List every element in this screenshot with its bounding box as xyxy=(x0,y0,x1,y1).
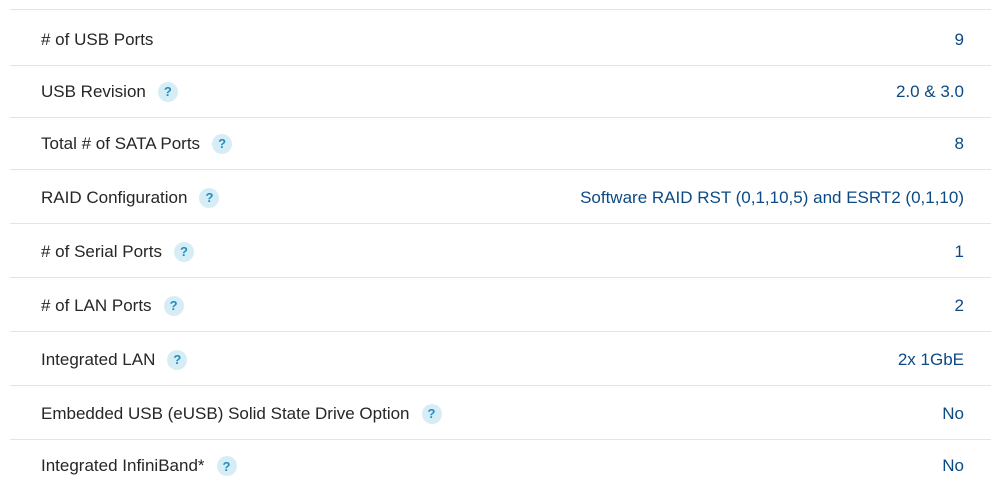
spec-row-serial-ports: # of Serial Ports ? 1 xyxy=(10,226,991,278)
spec-label-wrap: Integrated LAN ? xyxy=(10,349,188,370)
spec-label: Total # of SATA Ports xyxy=(41,133,201,153)
spec-value: 2.0 & 3.0 xyxy=(895,81,964,101)
help-icon[interactable]: ? xyxy=(212,133,233,154)
top-divider xyxy=(10,9,991,10)
spec-value: 1 xyxy=(954,241,964,261)
help-icon[interactable]: ? xyxy=(216,456,237,476)
spec-row-lan-ports: # of LAN Ports ? 2 xyxy=(10,280,991,332)
help-icon[interactable]: ? xyxy=(173,241,194,262)
spec-value: 2 xyxy=(954,295,964,315)
spec-value: No xyxy=(942,456,964,475)
spec-value: 2x 1GbE xyxy=(897,349,964,369)
spec-label-wrap: Integrated InfiniBand* ? xyxy=(10,456,237,476)
spec-row-usb-ports: # of USB Ports 9 xyxy=(10,14,991,66)
spec-table: # of USB Ports 9 USB Revision ? 2.0 & 3.… xyxy=(10,0,991,491)
spec-label-wrap: USB Revision ? xyxy=(10,81,178,102)
spec-row-infiniband: Integrated InfiniBand* ? No xyxy=(10,440,991,492)
spec-label: Integrated InfiniBand* xyxy=(41,456,205,475)
spec-label-wrap: # of USB Ports xyxy=(10,30,153,50)
spec-value: Software RAID RST (0,1,10,5) and ESRT2 (… xyxy=(580,187,964,207)
spec-label-wrap: Embedded USB (eUSB) Solid State Drive Op… xyxy=(10,403,442,424)
spec-value: No xyxy=(942,403,964,423)
spec-label: RAID Configuration xyxy=(41,187,188,207)
help-icon[interactable]: ? xyxy=(157,81,178,102)
spec-label: Integrated LAN xyxy=(41,349,156,369)
spec-label-wrap: Total # of SATA Ports ? xyxy=(10,133,233,154)
spec-label: USB Revision xyxy=(41,81,146,101)
spec-row-usb-revision: USB Revision ? 2.0 & 3.0 xyxy=(10,66,991,118)
spec-label: # of LAN Ports xyxy=(41,295,152,315)
spec-label-wrap: # of LAN Ports ? xyxy=(10,295,184,316)
help-icon[interactable]: ? xyxy=(167,349,188,370)
spec-value: 8 xyxy=(954,133,964,153)
spec-label: # of Serial Ports xyxy=(41,241,162,261)
spec-row-eusb-ssd-option: Embedded USB (eUSB) Solid State Drive Op… xyxy=(10,388,991,440)
spec-row-sata-ports: Total # of SATA Ports ? 8 xyxy=(10,118,991,170)
spec-row-raid-configuration: RAID Configuration ? Software RAID RST (… xyxy=(10,172,991,224)
spec-label: Embedded USB (eUSB) Solid State Drive Op… xyxy=(41,403,410,423)
spec-label-wrap: RAID Configuration ? xyxy=(10,187,220,208)
help-icon[interactable]: ? xyxy=(421,403,442,424)
spec-label-wrap: # of Serial Ports ? xyxy=(10,241,194,262)
help-icon[interactable]: ? xyxy=(199,187,220,208)
spec-row-integrated-lan: Integrated LAN ? 2x 1GbE xyxy=(10,334,991,386)
help-icon[interactable]: ? xyxy=(163,295,184,316)
spec-label: # of USB Ports xyxy=(41,29,154,49)
spec-value: 9 xyxy=(954,29,964,49)
